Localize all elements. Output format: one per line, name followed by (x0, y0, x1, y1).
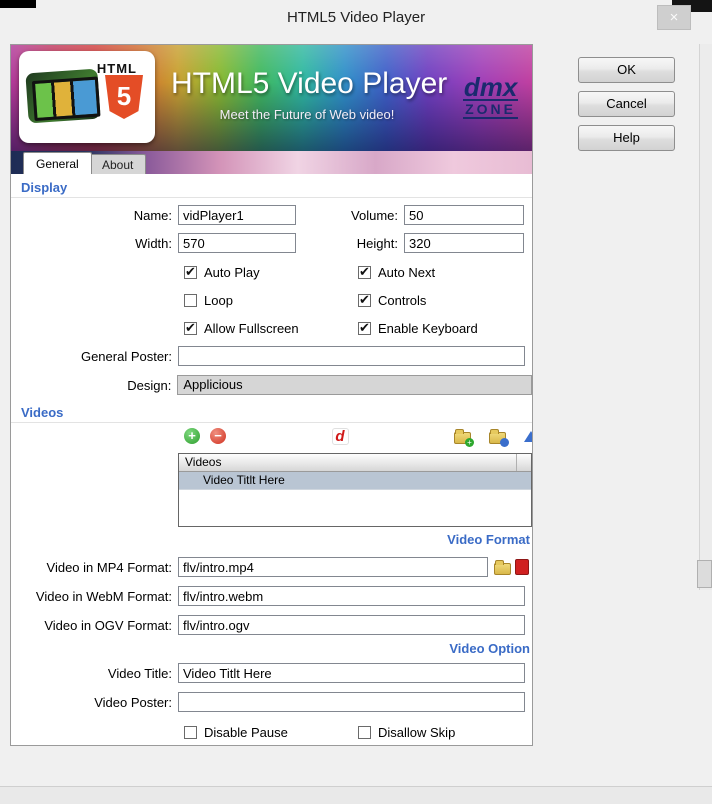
name-volume-row: Name: Volume: (11, 204, 532, 226)
video-format-link[interactable]: Video Format (11, 532, 532, 548)
autoplay-autonext-row: Auto Play Auto Next (184, 263, 532, 281)
controls-label: Controls (378, 292, 427, 308)
close-button[interactable]: × (657, 5, 691, 30)
dmxzone-logo-bottom: ZONE (463, 99, 518, 119)
display-section-heading: Display (11, 180, 532, 198)
video-poster-input[interactable] (178, 692, 525, 712)
help-button[interactable]: Help (578, 125, 675, 151)
html5-logo-word: HTML (96, 61, 137, 76)
general-tab-content: Display Name: Volume: Width: Height: Aut… (11, 174, 532, 745)
add-folder-icon[interactable]: + (454, 428, 474, 447)
disable-pause-label: Disable Pause (204, 724, 288, 740)
html5-logo: HTML 5 (19, 51, 155, 143)
disable-pause-checkbox[interactable] (184, 725, 197, 739)
move-up-icon[interactable] (524, 430, 532, 442)
dmxzone-logo: dmx ZONE (463, 72, 518, 119)
fullscreen-keyboard-row: Allow Fullscreen Enable Keyboard (184, 319, 532, 337)
loop-controls-row: Loop Controls (184, 291, 532, 309)
ogv-label: Video in OGV Format: (44, 617, 172, 633)
general-poster-label: General Poster: (80, 348, 172, 364)
banner-title: HTML5 Video Player (171, 67, 448, 100)
close-icon: × (669, 9, 679, 26)
dialog-buttons: OK Cancel Help (578, 57, 675, 159)
dmxzone-logo-top: dmx (463, 72, 518, 102)
webm-row: Video in WebM Format: (11, 585, 532, 607)
title-bar: HTML5 Video Player × (0, 0, 712, 36)
right-edge-panel (699, 44, 712, 590)
remove-video-icon[interactable]: − (210, 428, 226, 444)
ogv-row: Video in OGV Format: (11, 614, 532, 636)
autoplay-label: Auto Play (204, 264, 260, 280)
pause-skip-row: Disable Pause Disallow Skip (184, 723, 532, 741)
name-label: Name: (133, 207, 172, 223)
cancel-button[interactable]: Cancel (578, 91, 675, 117)
loop-label: Loop (204, 292, 233, 308)
mp4-extra-icon[interactable] (515, 559, 529, 575)
fullscreen-label: Allow Fullscreen (204, 320, 299, 336)
keyboard-label: Enable Keyboard (378, 320, 478, 336)
design-row: Design: Applicious (11, 374, 532, 396)
filmstrip-icon (25, 68, 101, 124)
fullscreen-checkbox[interactable] (184, 320, 197, 336)
html5-shield-icon: 5 (105, 75, 143, 119)
width-input[interactable] (178, 233, 296, 253)
import-badge-icon (500, 437, 509, 447)
mp4-row: Video in MP4 Format: (11, 556, 532, 578)
window-title: HTML5 Video Player (286, 9, 426, 26)
dialog-main-panel: HTML 5 HTML5 Video Player Meet the Futur… (10, 44, 533, 746)
autonext-checkbox[interactable] (358, 264, 371, 280)
controls-checkbox[interactable] (358, 292, 371, 308)
general-poster-input[interactable] (178, 346, 525, 366)
name-input[interactable] (178, 205, 296, 225)
video-poster-row: Video Poster: (11, 691, 532, 713)
bottom-status-strip (0, 786, 712, 804)
disallow-skip-checkbox[interactable] (358, 725, 371, 739)
add-video-icon[interactable]: + (184, 428, 200, 444)
right-edge-cut-button[interactable] (697, 560, 712, 588)
tab-general[interactable]: General (23, 152, 92, 174)
video-title-label: Video Title: (107, 665, 172, 681)
volume-input[interactable] (404, 205, 524, 225)
video-list-item[interactable]: Video Titlt Here (179, 472, 531, 490)
banner-subtitle: Meet the Future of Web video! (219, 107, 395, 122)
design-label: Design: (127, 377, 172, 393)
width-label: Width: (135, 235, 172, 251)
dmxzone-icon[interactable]: d (331, 427, 349, 445)
mp4-label: Video in MP4 Format: (46, 559, 172, 575)
height-label: Height: (356, 235, 398, 251)
webm-input[interactable] (178, 586, 525, 606)
videos-column-spacer (517, 454, 531, 471)
height-input[interactable] (404, 233, 524, 253)
disallow-skip-label: Disallow Skip (378, 724, 456, 740)
videos-section-heading: Videos (11, 405, 532, 423)
videos-list-header[interactable]: Videos (179, 454, 531, 472)
video-title-input[interactable] (178, 663, 525, 683)
volume-label: Volume: (351, 207, 398, 223)
webm-label: Video in WebM Format: (35, 588, 172, 604)
keyboard-checkbox[interactable] (358, 320, 371, 336)
video-options-link[interactable]: Video Option (11, 641, 532, 657)
width-height-row: Width: Height: (11, 232, 532, 254)
autoplay-checkbox[interactable] (184, 264, 197, 280)
plus-badge-icon: + (465, 437, 474, 447)
loop-checkbox[interactable] (184, 293, 197, 307)
ogv-input[interactable] (178, 615, 525, 635)
general-poster-row: General Poster: (11, 345, 532, 367)
autonext-label: Auto Next (378, 264, 436, 280)
video-title-row: Video Title: (11, 662, 532, 684)
mp4-input[interactable] (178, 557, 488, 577)
ok-button[interactable]: OK (578, 57, 675, 83)
videos-column-header[interactable]: Videos (179, 454, 517, 471)
videos-list: Videos Video Titlt Here (178, 453, 532, 527)
tab-about[interactable]: About (89, 154, 147, 174)
tab-strip: General About (11, 151, 532, 174)
video-poster-label: Video Poster: (94, 694, 172, 710)
design-select[interactable]: Applicious (177, 375, 532, 395)
banner: HTML 5 HTML5 Video Player Meet the Futur… (11, 45, 532, 151)
browse-mp4-folder-icon[interactable] (494, 559, 511, 575)
import-folder-icon[interactable] (489, 428, 509, 447)
videos-toolbar: + − d + (184, 427, 532, 447)
